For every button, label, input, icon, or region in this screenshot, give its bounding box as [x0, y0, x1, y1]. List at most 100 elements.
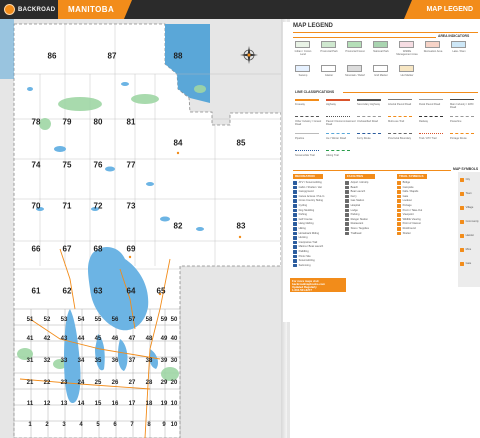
grid-number[interactable]: 17: [129, 401, 136, 407]
grid-number[interactable]: 78: [32, 118, 41, 127]
area-swatch-label: Mountain / Relief: [345, 74, 365, 77]
grid-number[interactable]: 57: [129, 317, 136, 323]
grid-number[interactable]: 2: [45, 422, 48, 428]
grid-number[interactable]: 24: [78, 380, 85, 386]
grid-number[interactable]: 56: [112, 317, 119, 323]
grid-number[interactable]: 18: [146, 401, 153, 407]
grid-number[interactable]: 27: [129, 380, 136, 386]
grid-number[interactable]: 10: [171, 422, 178, 428]
grid-number[interactable]: 47: [129, 336, 136, 342]
grid-number[interactable]: 49: [161, 336, 168, 342]
grid-number[interactable]: 15: [95, 401, 102, 407]
grid-number[interactable]: 51: [27, 317, 34, 323]
grid-number[interactable]: 8: [147, 422, 150, 428]
grid-number[interactable]: 40: [171, 336, 178, 342]
grid-number[interactable]: 42: [44, 336, 51, 342]
grid-number[interactable]: 80: [94, 118, 103, 127]
grid-number[interactable]: 29: [161, 380, 168, 386]
grid-number[interactable]: 4: [79, 422, 82, 428]
grid-number[interactable]: 46: [112, 336, 119, 342]
grid-number[interactable]: 62: [63, 287, 72, 296]
grid-number[interactable]: 68: [94, 245, 103, 254]
grid-number[interactable]: 16: [112, 401, 119, 407]
grid-number[interactable]: 6: [113, 422, 116, 428]
grid-number[interactable]: 11: [27, 401, 33, 407]
grid-number[interactable]: 75: [63, 161, 72, 170]
grid-number[interactable]: 52: [44, 317, 51, 323]
grid-number[interactable]: 7: [130, 422, 133, 428]
grid-number[interactable]: 14: [78, 401, 85, 407]
grid-number[interactable]: 26: [112, 380, 119, 386]
grid-number[interactable]: 3: [62, 422, 65, 428]
grid-number[interactable]: 72: [94, 202, 103, 211]
grid-number[interactable]: 53: [61, 317, 68, 323]
grid-number[interactable]: 82: [174, 222, 183, 231]
grid-number[interactable]: 69: [127, 245, 136, 254]
grid-number[interactable]: 88: [174, 52, 183, 61]
grid-number[interactable]: 19: [161, 401, 168, 407]
grid-number[interactable]: 35: [95, 358, 102, 364]
grid-number[interactable]: 71: [63, 202, 72, 211]
grid-number[interactable]: 38: [146, 358, 153, 364]
grid-number[interactable]: 48: [146, 336, 153, 342]
grid-number[interactable]: 58: [146, 317, 153, 323]
grid-number[interactable]: 23: [61, 380, 68, 386]
grid-number[interactable]: 64: [127, 287, 136, 296]
symbol-panel-label: Town: [465, 192, 472, 195]
grid-number[interactable]: 39: [161, 358, 168, 364]
grid-number[interactable]: 79: [63, 118, 72, 127]
symbol-label: Beach: [350, 185, 358, 189]
map-view[interactable]: 86 87 88 78 79 80 81 84 85 74 75 76 77 70 71 72 73 82 83 66…: [0, 19, 290, 438]
grid-number[interactable]: 50: [171, 317, 178, 323]
grid-number[interactable]: 84: [174, 139, 183, 148]
grid-number[interactable]: 20: [171, 380, 178, 386]
grid-number[interactable]: 67: [63, 245, 72, 254]
grid-number[interactable]: 37: [129, 358, 136, 364]
grid-number[interactable]: 9: [162, 422, 165, 428]
symbol-list-item: Store / Supplies: [345, 227, 369, 231]
grid-number[interactable]: 10: [171, 401, 178, 407]
grid-number[interactable]: 1: [28, 422, 31, 428]
grid-number[interactable]: 45: [95, 336, 102, 342]
grid-number[interactable]: 61: [32, 287, 41, 296]
grid-number[interactable]: 87: [108, 52, 117, 61]
grid-number[interactable]: 43: [61, 336, 68, 342]
grid-number[interactable]: 59: [161, 317, 168, 323]
grid-number[interactable]: 33: [61, 358, 68, 364]
settlement-dot-icon: [460, 248, 464, 252]
grid-number[interactable]: 28: [146, 380, 153, 386]
grid-number[interactable]: 22: [44, 380, 51, 386]
symbol-panel-item: Hamlet: [460, 234, 474, 238]
grid-number[interactable]: 83: [237, 222, 246, 231]
grid-number[interactable]: 55: [95, 317, 102, 323]
grid-number[interactable]: 70: [32, 202, 41, 211]
grid-number[interactable]: 36: [112, 358, 119, 364]
brand-logo[interactable]: BACKROAD: [4, 4, 55, 15]
grid-number[interactable]: 74: [32, 161, 41, 170]
grid-number[interactable]: 63: [94, 287, 103, 296]
grid-number[interactable]: 25: [95, 380, 102, 386]
grid-number[interactable]: 21: [27, 380, 34, 386]
grid-number[interactable]: 77: [127, 161, 136, 170]
symbol-list-item: Restaurant: [345, 222, 363, 226]
legend-symbol-icon: [293, 190, 297, 194]
grid-number[interactable]: 54: [78, 317, 85, 323]
grid-number[interactable]: 85: [237, 139, 246, 148]
grid-number[interactable]: 32: [44, 358, 51, 364]
grid-number[interactable]: 86: [48, 52, 57, 61]
symbol-panel-label: Mine: [465, 248, 472, 251]
grid-number[interactable]: 73: [127, 202, 136, 211]
grid-number[interactable]: 30: [171, 358, 178, 364]
grid-number[interactable]: 65: [157, 287, 166, 296]
grid-number[interactable]: 13: [61, 401, 68, 407]
grid-number[interactable]: 12: [44, 401, 51, 407]
website-box[interactable]: For more maps visit backroadmapbooks.com U…: [290, 278, 346, 292]
grid-number[interactable]: 44: [78, 336, 85, 342]
grid-number[interactable]: 41: [27, 336, 34, 342]
grid-number[interactable]: 31: [27, 358, 34, 364]
grid-number[interactable]: 76: [94, 161, 103, 170]
grid-number[interactable]: 66: [32, 245, 41, 254]
grid-number[interactable]: 81: [127, 118, 136, 127]
grid-number[interactable]: 5: [96, 422, 99, 428]
grid-number[interactable]: 34: [78, 358, 85, 364]
